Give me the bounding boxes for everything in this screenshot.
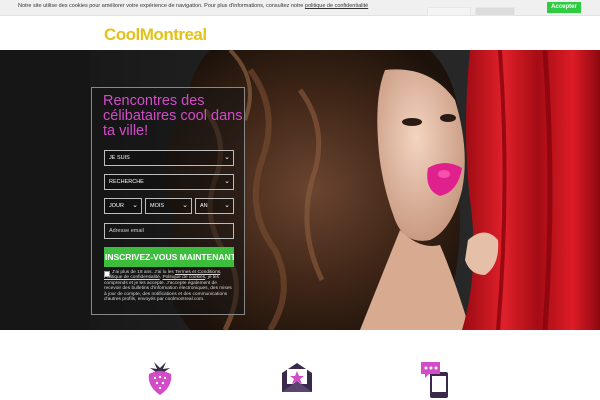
month-select-label: MOIS bbox=[150, 203, 165, 209]
cookie-bar: Notre site utilise des cookies pour amél… bbox=[0, 0, 600, 16]
cookies-link[interactable]: Politique de cookies bbox=[162, 275, 205, 280]
privacy-policy-link[interactable]: politique de confidentialité bbox=[305, 3, 368, 9]
phone-chat-icon bbox=[421, 362, 448, 398]
chevron-down-icon: ⌄ bbox=[224, 154, 230, 161]
language-select[interactable] bbox=[427, 7, 471, 16]
email-field[interactable] bbox=[104, 223, 234, 239]
strawberry-icon bbox=[148, 362, 172, 395]
signup-button[interactable]: INSCRIVEZ-VOUS MAINTENANT bbox=[104, 247, 234, 267]
gender-select[interactable]: JE SUIS ⌄ bbox=[104, 150, 234, 166]
privacy-link[interactable]: Politique de confidentialité bbox=[104, 275, 160, 280]
day-select[interactable]: JOUR ⌄ bbox=[104, 198, 142, 214]
chevron-down-icon: ⌄ bbox=[224, 202, 230, 209]
chevron-down-icon: ⌄ bbox=[132, 202, 138, 209]
year-select-label: AN bbox=[200, 203, 208, 209]
features-section bbox=[0, 330, 600, 400]
login-button[interactable] bbox=[475, 7, 515, 16]
site-logo[interactable]: CoolMontreal bbox=[104, 25, 207, 45]
day-select-label: JOUR bbox=[109, 203, 124, 209]
cookie-notice-text: Notre site utilise des cookies pour amél… bbox=[18, 3, 304, 9]
hero-photo bbox=[0, 50, 600, 330]
seeking-select[interactable]: RECHERCHE ⌄ bbox=[104, 174, 234, 190]
accept-cookies-button[interactable]: Accepter bbox=[547, 2, 581, 13]
month-select[interactable]: MOIS ⌄ bbox=[145, 198, 192, 214]
hero-section: Rencontres des célibataires cool dans ta… bbox=[0, 50, 600, 330]
year-select[interactable]: AN ⌄ bbox=[195, 198, 234, 214]
legal-text-part: , bbox=[220, 270, 222, 275]
chevron-down-icon: ⌄ bbox=[224, 178, 230, 185]
legal-text-part: , bbox=[159, 275, 162, 281]
gender-select-label: JE SUIS bbox=[109, 155, 130, 161]
legal-text: J'ai plus de 18 ans. J'ai lu les Termes … bbox=[104, 270, 234, 302]
birthdate-row: JOUR ⌄ MOIS ⌄ AN ⌄ bbox=[104, 198, 234, 214]
signup-form: Rencontres des célibataires cool dans ta… bbox=[91, 87, 245, 315]
seeking-select-label: RECHERCHE bbox=[109, 179, 144, 185]
cookie-notice: Notre site utilise des cookies pour amél… bbox=[18, 3, 368, 9]
mail-star-icon bbox=[282, 363, 312, 392]
chevron-down-icon: ⌄ bbox=[182, 202, 188, 209]
site-header: CoolMontreal bbox=[0, 16, 600, 50]
hero-title: Rencontres des célibataires cool dans ta… bbox=[103, 93, 243, 139]
